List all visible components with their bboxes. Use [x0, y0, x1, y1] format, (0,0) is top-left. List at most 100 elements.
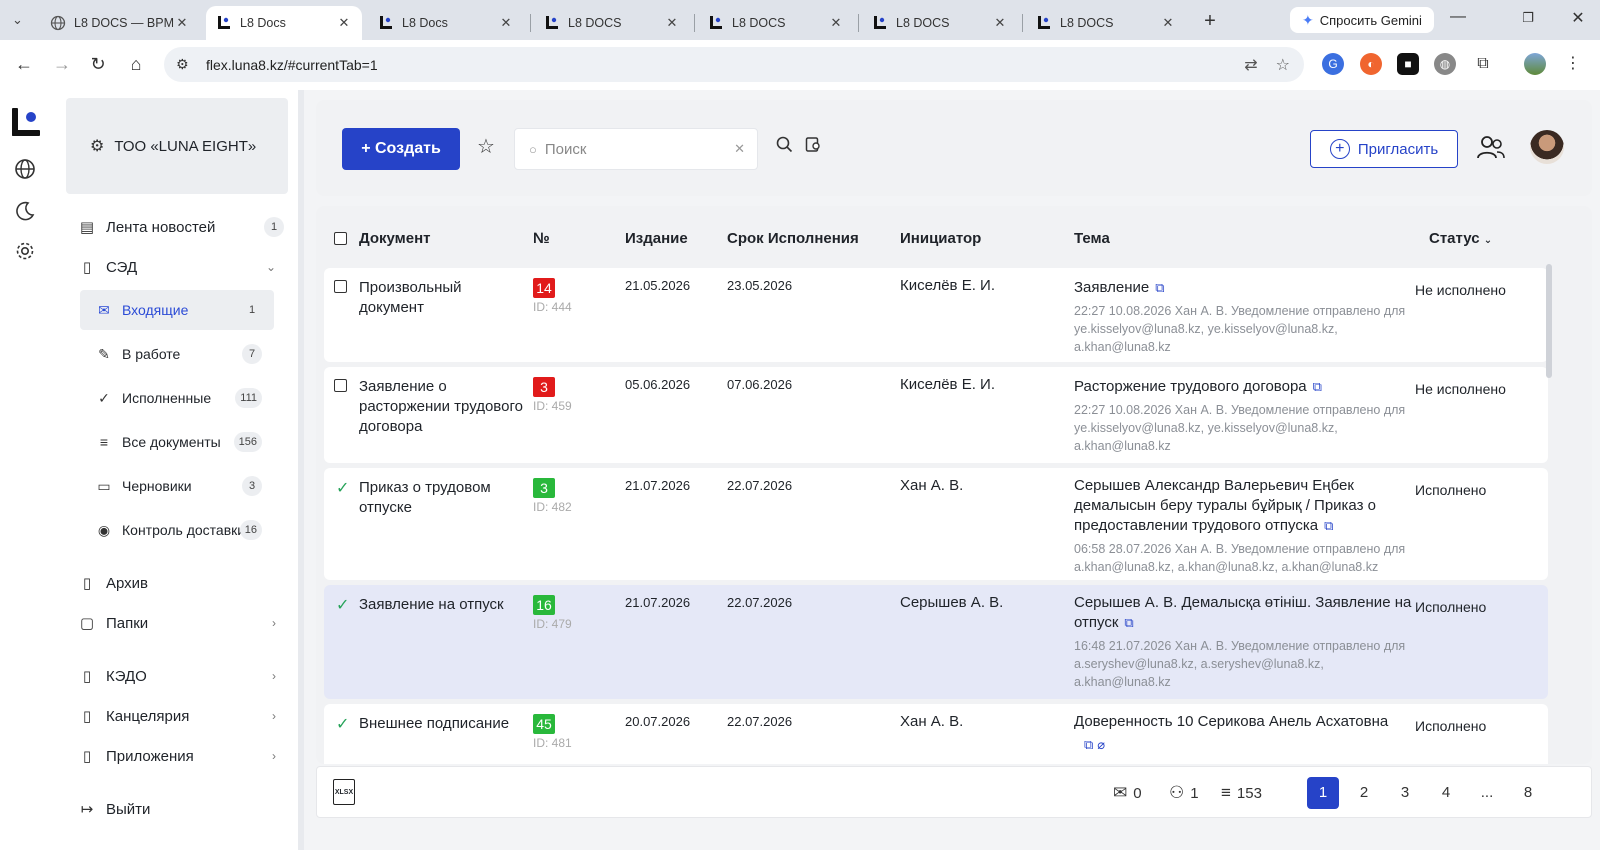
sidebar-item-archive[interactable]: ▯ Архив [50, 566, 304, 600]
column-header-initiator[interactable]: Инициатор [900, 230, 981, 247]
sidebar-item-kedo[interactable]: ▯ КЭДО › [50, 659, 304, 693]
open-document-icon[interactable]: ⧉ [1084, 737, 1093, 752]
site-settings-icon[interactable]: ⚙ [176, 56, 194, 73]
bookmark-star-icon[interactable]: ☆ [1276, 55, 1290, 75]
page-button-3[interactable]: 3 [1389, 777, 1421, 809]
table-scrollbar[interactable] [1546, 264, 1552, 378]
translate-icon[interactable]: ⇄ [1244, 55, 1257, 75]
globe-icon[interactable] [13, 158, 37, 182]
home-icon[interactable]: ⌂ [124, 52, 148, 76]
column-header-document[interactable]: Документ [359, 230, 431, 247]
sidebar-item-in-progress[interactable]: ✎ В работе 7 [80, 334, 274, 374]
favorites-star-icon[interactable]: ☆ [477, 134, 495, 159]
document-number: 14 ID: 444 [533, 278, 572, 314]
translate-extension-icon[interactable]: G [1322, 53, 1344, 75]
browser-menu-icon[interactable]: ⋮ [1562, 53, 1584, 75]
document-name[interactable]: Заявление на отпуск [359, 595, 529, 615]
table-row-selected[interactable]: ✓ Заявление на отпуск 16 ID: 479 21.07.2… [324, 585, 1548, 699]
restore-window-icon[interactable]: ❐ [1516, 10, 1540, 26]
table-row[interactable]: Произвольный документ 14 ID: 444 21.05.2… [324, 268, 1548, 362]
attachment-paperclip-icon[interactable]: ⌀ [1097, 737, 1105, 752]
clear-search-icon[interactable]: ✕ [734, 141, 745, 157]
minimize-window-icon[interactable]: — [1446, 8, 1470, 26]
column-header-status[interactable]: Статус ⌄ [1429, 230, 1492, 247]
topic-cell: Заявление ⧉ 22:27 10.08.2026 Хан А. В. Ув… [1074, 278, 1416, 356]
export-xlsx-icon[interactable]: XLSX [333, 779, 355, 805]
browser-tab[interactable]: L8 DOCS ✕ [534, 6, 690, 40]
reload-icon[interactable]: ↻ [86, 52, 110, 76]
user-avatar[interactable] [1530, 130, 1564, 164]
sidebar-item-apps[interactable]: ▯ Приложения › [50, 739, 304, 773]
column-header-due[interactable]: Срок Исполнения [727, 230, 859, 247]
tab-close-icon[interactable]: ✕ [498, 15, 514, 31]
document-name[interactable]: Заявление о расторжении трудового догово… [359, 377, 533, 437]
back-arrow-icon[interactable]: ← [12, 52, 36, 76]
sidebar-item-news[interactable]: ▤ Лента новостей 1 [50, 210, 304, 244]
sidebar-item-office[interactable]: ▯ Канцелярия › [50, 699, 304, 733]
new-tab-button[interactable]: + [1200, 10, 1220, 33]
document-name[interactable]: Приказ о трудовом отпуске [359, 478, 529, 518]
address-bar[interactable]: ⚙ flex.luna8.kz/#currentTab=1 ⇄ ☆ [164, 47, 1304, 82]
browser-tab[interactable]: L8 DOCS ✕ [698, 6, 854, 40]
page-button-1[interactable]: 1 [1307, 777, 1339, 809]
open-document-icon[interactable]: ⧉ [1313, 379, 1322, 394]
page-button-2[interactable]: 2 [1348, 777, 1380, 809]
browser-tab[interactable]: L8 DOCS ✕ [862, 6, 1018, 40]
forward-arrow-icon[interactable]: → [50, 52, 74, 76]
extensions-puzzle-icon[interactable]: ⧉ [1472, 53, 1494, 75]
tab-close-icon[interactable]: ✕ [828, 15, 844, 31]
tab-close-icon[interactable]: ✕ [664, 15, 680, 31]
open-document-icon[interactable]: ⧉ [1155, 280, 1164, 295]
select-all-checkbox[interactable] [334, 232, 347, 245]
column-header-issued[interactable]: Издание [625, 230, 688, 247]
extension-globe-icon[interactable]: ◍ [1434, 53, 1456, 75]
tab-close-icon[interactable]: ✕ [992, 15, 1008, 31]
tab-close-icon[interactable]: ✕ [336, 15, 352, 31]
document-name[interactable]: Внешнее подписание [359, 714, 529, 734]
open-document-icon[interactable]: ⧉ [1324, 518, 1333, 533]
tab-close-icon[interactable]: ✕ [174, 15, 190, 31]
extension-dark-icon[interactable]: ■ [1397, 53, 1419, 75]
users-icon[interactable] [1476, 134, 1506, 166]
extension-orange-icon[interactable]: ◐ [1360, 53, 1382, 75]
profile-avatar-icon[interactable] [1524, 53, 1546, 75]
tab-close-icon[interactable]: ✕ [1160, 15, 1176, 31]
sidebar-item-all-documents[interactable]: ≡ Все документы 156 [80, 422, 274, 462]
table-row[interactable]: ✓ Внешнее подписание 45 ID: 481 20.07.20… [324, 704, 1548, 764]
sidebar-item-folders[interactable]: ▢ Папки › [50, 606, 304, 640]
tab-search-chevron-icon[interactable]: ⌄ [12, 12, 30, 30]
table-row[interactable]: Заявление о расторжении трудового догово… [324, 367, 1548, 463]
sidebar-item-completed[interactable]: ✓ Исполненные 111 [80, 378, 274, 418]
sidebar-item-drafts[interactable]: ▭ Черновики 3 [80, 466, 274, 506]
browser-tab-active[interactable]: L8 Docs ✕ [206, 6, 362, 40]
sidebar-item-sed[interactable]: ▯ СЭД ⌄ [50, 250, 304, 284]
row-checkbox[interactable] [334, 379, 347, 392]
open-document-icon[interactable]: ⧉ [1124, 615, 1133, 630]
browser-tab[interactable]: L8 Docs ✕ [368, 6, 524, 40]
table-row[interactable]: ✓ Приказ о трудовом отпуске 3 ID: 482 21… [324, 468, 1548, 580]
column-header-topic[interactable]: Тема [1074, 230, 1110, 247]
search-icon[interactable] [776, 136, 793, 158]
create-button[interactable]: + Создать [342, 128, 460, 170]
document-name[interactable]: Произвольный документ [359, 278, 529, 318]
sidebar-item-delivery-control[interactable]: ◉ Контроль доставки 16 [80, 510, 274, 550]
settings-gear-icon[interactable] [13, 240, 37, 264]
search-box[interactable]: ○ ✕ [514, 128, 758, 170]
organization-switcher[interactable]: ⚙ ТОО «LUNA EIGHT» [66, 98, 288, 194]
invite-button[interactable]: + Пригласить [1310, 130, 1458, 168]
l8-logo[interactable] [10, 106, 42, 140]
browser-tab[interactable]: L8 DOCS ✕ [1026, 6, 1186, 40]
column-header-number[interactable]: № [533, 230, 550, 247]
advanced-search-icon[interactable] [805, 136, 822, 158]
page-button-8[interactable]: 8 [1512, 777, 1544, 809]
url-text[interactable]: flex.luna8.kz/#currentTab=1 [206, 57, 378, 73]
sidebar-item-inbox[interactable]: ✉ Входящие 1 [80, 290, 274, 330]
page-button-4[interactable]: 4 [1430, 777, 1462, 809]
dark-mode-moon-icon[interactable] [13, 200, 37, 224]
ask-gemini-button[interactable]: ✦ Спросить Gemini [1290, 7, 1434, 33]
row-checkbox[interactable] [334, 280, 347, 293]
browser-tab[interactable]: L8 DOCS — BPM ✕ [40, 6, 200, 40]
logout-button[interactable]: ↦ Выйти [50, 792, 304, 826]
close-window-icon[interactable]: ✕ [1566, 8, 1590, 28]
search-input[interactable] [544, 140, 725, 158]
